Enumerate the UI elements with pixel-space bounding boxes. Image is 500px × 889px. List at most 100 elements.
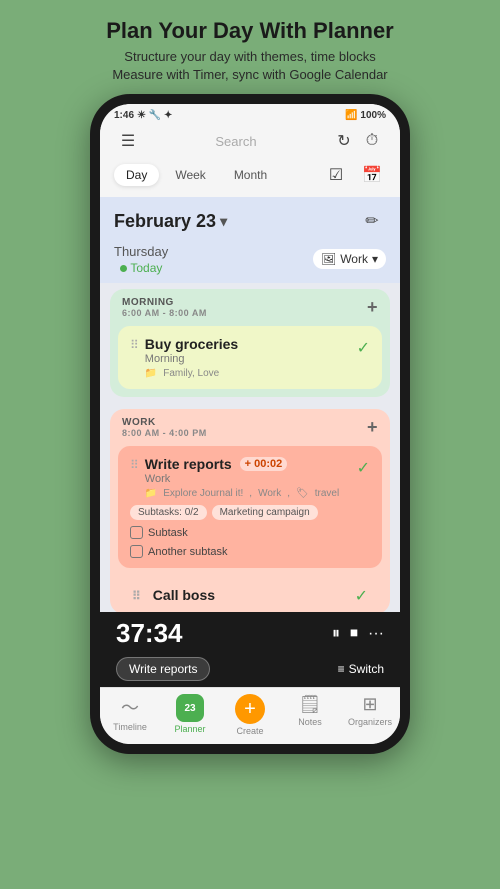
chevron-down-icon[interactable]: ▾ (220, 213, 227, 230)
phone-shell: 1:46 ☀ 🔧 ✦ 📶 100% ☰ Search ↻ ⏱ Day Week … (90, 94, 410, 754)
subtask1-label: Subtask (148, 527, 188, 539)
date-subtitle: Thursday Today 🖼 Work ▾ (100, 241, 400, 283)
tabs-left: Day Week Month (114, 164, 279, 186)
tag-icon-3: 🏷 (296, 488, 309, 499)
subtask1-checkbox[interactable] (130, 526, 143, 539)
journal-tag-icon: 📁 (145, 488, 157, 499)
write-reports-sub: Work (145, 473, 357, 485)
tab-month[interactable]: Month (222, 164, 279, 186)
nav-notes[interactable]: 🗒 Notes (282, 694, 338, 736)
morning-time: 6:00 AM - 8:00 AM (122, 308, 207, 318)
more-icon[interactable]: ··· (368, 625, 384, 643)
switch-label: Switch (349, 662, 384, 676)
work-badge[interactable]: 🖼 Work ▾ (313, 249, 386, 269)
timer-label-row: Write reports ≡ Switch (100, 655, 400, 687)
switch-icon: ≡ (338, 662, 345, 676)
call-boss-check-icon[interactable]: ✓ (355, 586, 368, 606)
task-complete-icon[interactable]: ✓ (357, 338, 370, 358)
tag-icon: 📁 (145, 368, 157, 379)
nav-organizers[interactable]: ⊞ Organizers (342, 694, 398, 736)
status-bar: 1:46 ☀ 🔧 ✦ 📶 100% (100, 104, 400, 123)
top-bar: ☰ Search ↻ ⏱ (100, 123, 400, 161)
switch-button[interactable]: ≡ Switch (338, 662, 384, 676)
write-reports-row: ⠿ Write reports + 00:02 Work 📁 Explore J… (130, 456, 370, 499)
morning-header: MORNING 6:00 AM - 8:00 AM + (110, 289, 390, 322)
organizers-icon: ⊞ (362, 694, 377, 715)
current-task-chip[interactable]: Write reports (116, 657, 210, 681)
tab-week[interactable]: Week (163, 164, 217, 186)
date-title: February 23 ▾ (114, 211, 227, 232)
task-buy-groceries[interactable]: ⠿ Buy groceries Morning 📁 Family, Love ✓ (118, 326, 382, 389)
timer-value: 37:34 (116, 618, 183, 649)
task-title: Buy groceries (145, 336, 357, 352)
subtask2-checkbox[interactable] (130, 545, 143, 558)
morning-label: MORNING (122, 297, 207, 308)
subtask-1-row: Subtask (130, 526, 370, 539)
subtask2-label: Another subtask (148, 546, 228, 558)
timer-icon[interactable]: ⏱ (358, 127, 386, 155)
write-reports-title: Write reports (145, 456, 232, 472)
work-section-time: 8:00 AM - 4:00 PM (122, 428, 207, 438)
morning-add-button[interactable]: + (367, 297, 378, 318)
tag-chips-row: Subtasks: 0/2 Marketing campaign (130, 505, 370, 520)
organizers-label: Organizers (348, 717, 392, 727)
task-sub-label: Morning (145, 353, 357, 365)
date-header: February 23 ▾ ✏ (100, 197, 400, 241)
timer-badge: + 00:02 (240, 457, 288, 471)
work-add-button[interactable]: + (367, 417, 378, 438)
notes-label: Notes (298, 717, 322, 727)
notes-icon: 🗒 (299, 694, 322, 715)
planner-icon-wrap: 23 (176, 694, 204, 722)
day-name: Thursday (114, 244, 168, 259)
timeline-label: Timeline (113, 722, 147, 732)
status-time: 1:46 (114, 110, 134, 121)
tab-row: Day Week Month ☑ 📅 (100, 161, 400, 197)
task-tags: 📁 Family, Love (145, 368, 357, 379)
drag-handle-icon-3: ⠿ (132, 589, 141, 603)
app-header: Plan Your Day With Planner Structure you… (86, 0, 414, 94)
menu-icon[interactable]: ☰ (114, 127, 142, 155)
phone-screen: 1:46 ☀ 🔧 ✦ 📶 100% ☰ Search ↻ ⏱ Day Week … (100, 104, 400, 744)
nav-create[interactable]: + Create (222, 694, 278, 736)
work-chevron-icon: ▾ (372, 252, 378, 266)
work-header: WORK 8:00 AM - 4:00 PM + (110, 409, 390, 442)
nav-timeline[interactable]: 〜 Timeline (102, 694, 158, 736)
app-subtitle: Structure your day with themes, time blo… (106, 48, 394, 84)
campaign-chip[interactable]: Marketing campaign (212, 505, 318, 520)
work-section: WORK 8:00 AM - 4:00 PM + ⠿ Write reports… (110, 409, 390, 612)
refresh-icon[interactable]: ↻ (330, 127, 358, 155)
morning-section: MORNING 6:00 AM - 8:00 AM + ⠿ Buy grocer… (110, 289, 390, 397)
calendar-icon[interactable]: 📅 (358, 161, 386, 189)
bottom-nav: 〜 Timeline 23 Planner + Create 🗒 Notes ⊞… (100, 687, 400, 744)
tabs-right: ☑ 📅 (322, 161, 386, 189)
tab-day[interactable]: Day (114, 164, 159, 186)
nav-planner[interactable]: 23 Planner (162, 694, 218, 736)
status-icons: ☀ 🔧 ✦ (137, 110, 172, 121)
status-left: 1:46 ☀ 🔧 ✦ (114, 110, 172, 121)
battery-text: 100% (360, 110, 386, 121)
task-row: ⠿ Buy groceries Morning 📁 Family, Love ✓ (130, 336, 370, 379)
subtask-2-row: Another subtask (130, 545, 370, 558)
create-icon: + (235, 694, 265, 724)
app-title: Plan Your Day With Planner (106, 18, 394, 44)
planner-badge: 23 (179, 702, 200, 715)
today-label: Today (114, 261, 168, 275)
main-content: February 23 ▾ ✏ Thursday Today 🖼 Work ▾ (100, 197, 400, 612)
status-right: 📶 100% (345, 110, 386, 121)
task-call-boss[interactable]: ⠿ Call boss ✓ (120, 576, 380, 612)
write-reports-tags: 📁 Explore Journal it!, Work, 🏷 travel (145, 488, 357, 499)
edit-icon[interactable]: ✏ (358, 207, 386, 235)
subtasks-chip[interactable]: Subtasks: 0/2 (130, 505, 207, 520)
search-placeholder[interactable]: Search (142, 134, 330, 149)
signal-icon: 📶 (345, 110, 357, 121)
checklist-icon[interactable]: ☑ (322, 161, 350, 189)
today-dot-indicator (120, 265, 127, 272)
pause-icon[interactable]: ⏸ (332, 625, 340, 643)
write-reports-check-icon[interactable]: ✓ (357, 458, 370, 478)
timeline-icon: 〜 (121, 694, 139, 720)
stop-icon[interactable]: ⏹ (350, 625, 358, 643)
task-write-reports[interactable]: ⠿ Write reports + 00:02 Work 📁 Explore J… (118, 446, 382, 568)
timer-controls: ⏸ ⏹ ··· (332, 625, 384, 643)
drag-handle-icon: ⠿ (130, 338, 139, 352)
work-icon: 🖼 (321, 252, 336, 266)
